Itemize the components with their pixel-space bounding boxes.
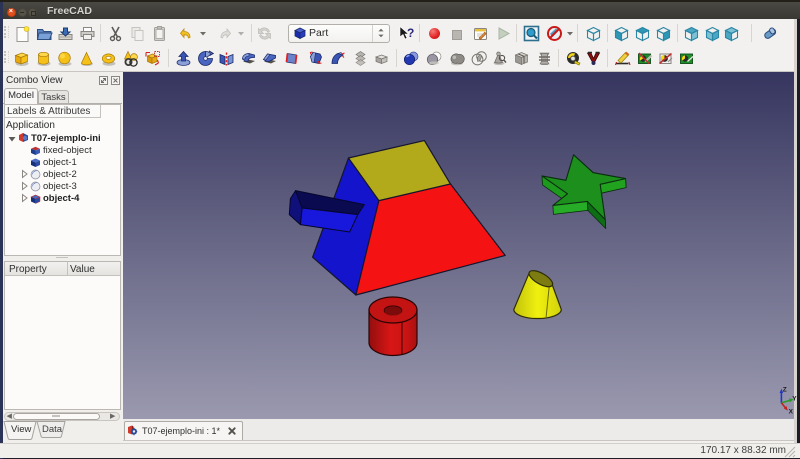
svg-text:Z: Z xyxy=(783,387,787,394)
svg-text:X: X xyxy=(789,409,794,416)
svg-text:Y: Y xyxy=(792,396,797,403)
svg-text:?: ? xyxy=(407,26,414,40)
